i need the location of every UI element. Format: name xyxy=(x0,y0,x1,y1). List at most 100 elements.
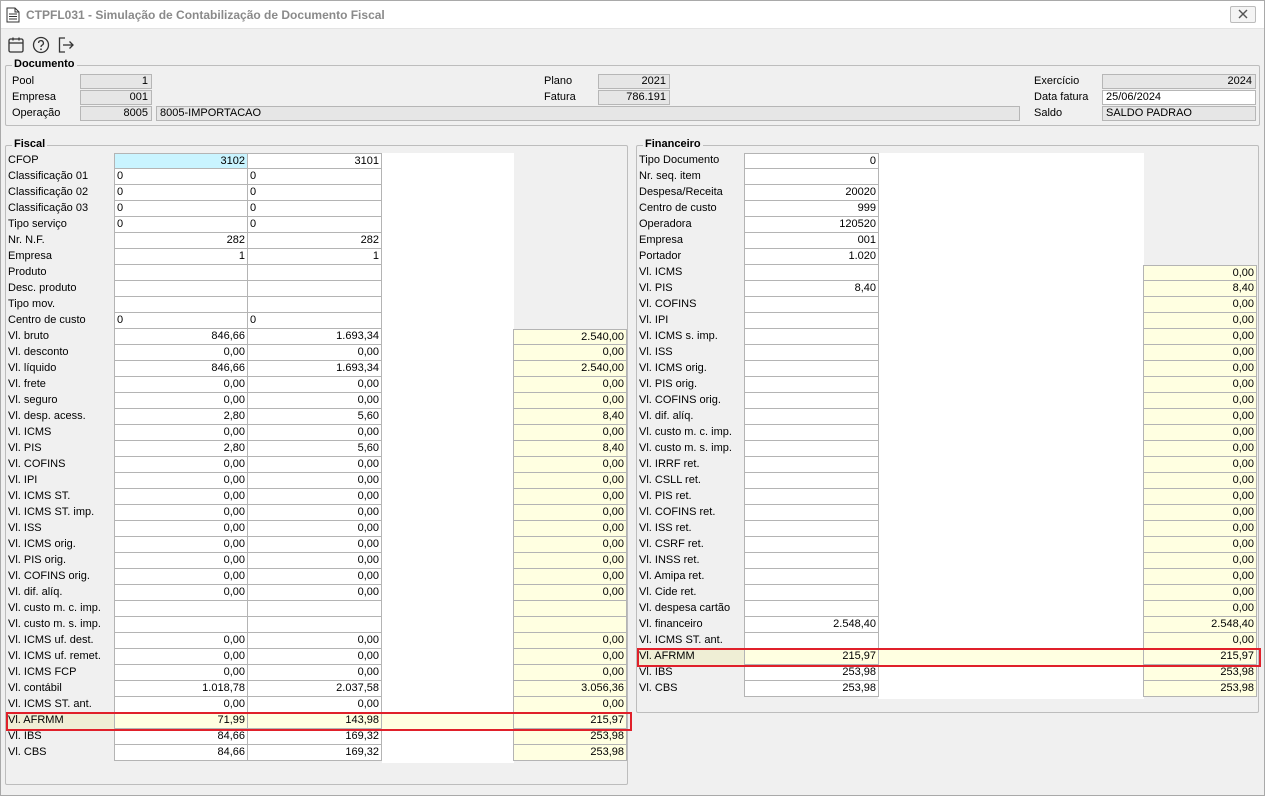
fiscal-cell-1[interactable]: 2,80 xyxy=(114,441,248,457)
fiscal-cell-1[interactable]: 0,00 xyxy=(114,537,248,553)
fiscal-cell-2[interactable]: 0,00 xyxy=(247,393,382,409)
financeiro-value-cell[interactable]: 1.020 xyxy=(744,249,879,265)
fiscal-cell-1[interactable]: 846,66 xyxy=(114,361,248,377)
fiscal-cell-2[interactable] xyxy=(247,617,382,633)
financeiro-value-cell[interactable] xyxy=(744,361,879,377)
fiscal-cell-2[interactable]: 0,00 xyxy=(247,505,382,521)
fiscal-total-cell[interactable]: 0,00 xyxy=(513,585,627,601)
fiscal-total-cell[interactable]: 0,00 xyxy=(513,665,627,681)
financeiro-value-cell[interactable]: 253,98 xyxy=(744,665,879,681)
financeiro-total-cell[interactable]: 0,00 xyxy=(1143,393,1257,409)
fiscal-cell-1[interactable]: 0,00 xyxy=(114,505,248,521)
data-fatura-field[interactable]: 25/06/2024 xyxy=(1102,90,1256,105)
financeiro-total-cell[interactable]: 253,98 xyxy=(1143,665,1257,681)
fiscal-total-cell[interactable]: 0,00 xyxy=(513,489,627,505)
financeiro-total-cell[interactable]: 0,00 xyxy=(1143,457,1257,473)
fiscal-cell-1[interactable]: 0 xyxy=(114,185,248,201)
financeiro-total-cell[interactable]: 0,00 xyxy=(1143,473,1257,489)
fiscal-total-cell[interactable]: 0,00 xyxy=(513,537,627,553)
fiscal-cell-1[interactable] xyxy=(114,297,248,313)
financeiro-total-cell[interactable]: 0,00 xyxy=(1143,505,1257,521)
financeiro-value-cell[interactable] xyxy=(744,393,879,409)
financeiro-value-cell[interactable]: 253,98 xyxy=(744,681,879,697)
fiscal-cell-2[interactable]: 0,00 xyxy=(247,665,382,681)
fiscal-cell-2[interactable]: 1.693,34 xyxy=(247,361,382,377)
fiscal-cell-2[interactable]: 0,00 xyxy=(247,457,382,473)
fiscal-total-cell[interactable]: 253,98 xyxy=(513,729,627,745)
fiscal-total-cell[interactable]: 8,40 xyxy=(513,409,627,425)
exercicio-field[interactable]: 2024 xyxy=(1102,74,1256,89)
fiscal-total-cell[interactable]: 0,00 xyxy=(513,553,627,569)
financeiro-value-cell[interactable]: 2.548,40 xyxy=(744,617,879,633)
operacao-code-field[interactable]: 8005 xyxy=(80,106,152,121)
fatura-field[interactable]: 786.191 xyxy=(598,90,670,105)
financeiro-value-cell[interactable] xyxy=(744,441,879,457)
financeiro-total-cell[interactable]: 8,40 xyxy=(1143,281,1257,297)
financeiro-value-cell[interactable] xyxy=(744,409,879,425)
operacao-desc-field[interactable]: 8005-IMPORTACAO xyxy=(156,106,1020,121)
financeiro-value-cell[interactable]: 215,97 xyxy=(744,649,879,665)
fiscal-total-cell[interactable]: 0,00 xyxy=(513,505,627,521)
financeiro-value-cell[interactable] xyxy=(744,425,879,441)
fiscal-cell-2[interactable]: 0,00 xyxy=(247,569,382,585)
fiscal-cell-1[interactable]: 0,00 xyxy=(114,553,248,569)
financeiro-value-cell[interactable] xyxy=(744,169,879,185)
fiscal-total-cell[interactable]: 215,97 xyxy=(513,713,627,729)
financeiro-value-cell[interactable] xyxy=(744,521,879,537)
fiscal-cell-2[interactable]: 169,32 xyxy=(247,745,382,761)
fiscal-cell-1[interactable]: 0,00 xyxy=(114,425,248,441)
fiscal-total-cell[interactable]: 0,00 xyxy=(513,457,627,473)
financeiro-total-cell[interactable]: 0,00 xyxy=(1143,537,1257,553)
financeiro-value-cell[interactable] xyxy=(744,329,879,345)
financeiro-total-cell[interactable]: 0,00 xyxy=(1143,297,1257,313)
fiscal-total-cell[interactable]: 2.540,00 xyxy=(513,361,627,377)
fiscal-cell-2[interactable]: 5,60 xyxy=(247,409,382,425)
fiscal-cell-2[interactable] xyxy=(247,297,382,313)
fiscal-cell-1[interactable]: 0 xyxy=(114,201,248,217)
fiscal-total-cell[interactable]: 0,00 xyxy=(513,425,627,441)
fiscal-cell-1[interactable]: 0,00 xyxy=(114,457,248,473)
fiscal-cell-2[interactable]: 2.037,58 xyxy=(247,681,382,697)
fiscal-cell-2[interactable]: 0,00 xyxy=(247,553,382,569)
financeiro-value-cell[interactable] xyxy=(744,569,879,585)
financeiro-value-cell[interactable] xyxy=(744,313,879,329)
financeiro-value-cell[interactable] xyxy=(744,489,879,505)
fiscal-total-cell[interactable]: 0,00 xyxy=(513,521,627,537)
financeiro-total-cell[interactable]: 0,00 xyxy=(1143,361,1257,377)
fiscal-cell-1[interactable]: 0,00 xyxy=(114,345,248,361)
fiscal-total-cell[interactable] xyxy=(513,617,627,633)
financeiro-total-cell[interactable]: 0,00 xyxy=(1143,313,1257,329)
fiscal-cell-1[interactable]: 3102 xyxy=(114,153,248,169)
fiscal-cell-1[interactable]: 0,00 xyxy=(114,585,248,601)
fiscal-cell-2[interactable]: 0,00 xyxy=(247,649,382,665)
fiscal-cell-1[interactable]: 2,80 xyxy=(114,409,248,425)
fiscal-cell-1[interactable] xyxy=(114,601,248,617)
financeiro-value-cell[interactable] xyxy=(744,345,879,361)
fiscal-cell-2[interactable]: 0 xyxy=(247,201,382,217)
fiscal-cell-2[interactable] xyxy=(247,281,382,297)
financeiro-total-cell[interactable]: 215,97 xyxy=(1143,649,1257,665)
fiscal-cell-2[interactable]: 1.693,34 xyxy=(247,329,382,345)
fiscal-cell-2[interactable]: 1 xyxy=(247,249,382,265)
fiscal-total-cell[interactable]: 0,00 xyxy=(513,377,627,393)
financeiro-total-cell[interactable]: 0,00 xyxy=(1143,601,1257,617)
fiscal-cell-1[interactable]: 0,00 xyxy=(114,377,248,393)
help-button[interactable] xyxy=(31,35,51,55)
financeiro-total-cell[interactable]: 0,00 xyxy=(1143,553,1257,569)
fiscal-total-cell[interactable]: 0,00 xyxy=(513,393,627,409)
fiscal-cell-1[interactable]: 84,66 xyxy=(114,745,248,761)
financeiro-value-cell[interactable] xyxy=(744,377,879,393)
fiscal-cell-2[interactable]: 0,00 xyxy=(247,697,382,713)
financeiro-value-cell[interactable] xyxy=(744,601,879,617)
fiscal-cell-1[interactable]: 0,00 xyxy=(114,569,248,585)
saldo-field[interactable]: SALDO PADRAO xyxy=(1102,106,1256,121)
fiscal-total-cell[interactable]: 2.540,00 xyxy=(513,329,627,345)
financeiro-total-cell[interactable]: 0,00 xyxy=(1143,521,1257,537)
fiscal-total-cell[interactable]: 0,00 xyxy=(513,697,627,713)
fiscal-cell-1[interactable]: 846,66 xyxy=(114,329,248,345)
fiscal-cell-2[interactable] xyxy=(247,265,382,281)
fiscal-cell-2[interactable]: 5,60 xyxy=(247,441,382,457)
financeiro-value-cell[interactable] xyxy=(744,537,879,553)
fiscal-cell-1[interactable]: 0 xyxy=(114,217,248,233)
fiscal-cell-1[interactable]: 0,00 xyxy=(114,697,248,713)
